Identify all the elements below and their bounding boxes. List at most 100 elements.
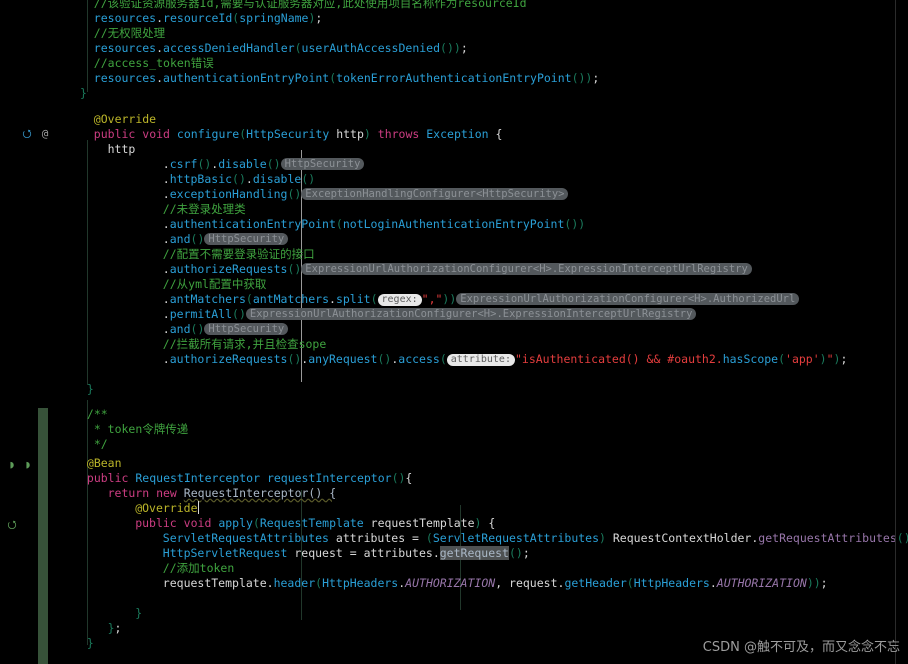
code-token: hasScope [722, 352, 779, 366]
code-token: apply [218, 516, 253, 530]
code-token: . [162, 217, 170, 231]
code-line[interactable]: //无权限处理 [80, 26, 165, 41]
code-line[interactable]: http [80, 142, 136, 157]
implementing-method-icon[interactable]: ⭯ [20, 127, 34, 141]
code-line[interactable]: public void configure(HttpSecurity http)… [80, 127, 503, 142]
code-line[interactable]: //拦截所有请求,并且检查sope [80, 337, 326, 352]
code-token: . [156, 41, 164, 55]
code-line[interactable]: @Bean [80, 456, 122, 471]
code-token: return [107, 486, 150, 500]
code-token: resources [93, 11, 157, 25]
code-line[interactable]: return new RequestInterceptor() { [80, 486, 337, 501]
code-line[interactable]: .authorizeRequests().anyRequest().access… [80, 352, 847, 367]
code-token: ()) [571, 71, 593, 85]
code-line[interactable]: .httpBasic().disable() [80, 172, 315, 187]
code-token: . [156, 11, 164, 25]
code-line[interactable]: .csrf().disable() HttpSecurity [80, 157, 365, 172]
code-token: //无权限处理 [93, 26, 166, 40]
code-line[interactable]: .and() HttpSecurity [80, 322, 289, 337]
code-token: RequestContextHolder [605, 531, 752, 545]
code-line[interactable]: HttpServletRequest request = attributes.… [80, 546, 530, 561]
code-line[interactable]: resources.accessDeniedHandler(userAuthAc… [80, 41, 468, 56]
code-token: http [329, 127, 364, 141]
code-token: . [162, 262, 170, 276]
code-token: //未登录处理类 [162, 202, 246, 216]
code-token: public [93, 127, 136, 141]
code-line[interactable]: requestTemplate.header(HttpHeaders.AUTHO… [80, 576, 828, 591]
code-token: access [398, 352, 440, 366]
code-token: header [273, 576, 316, 590]
code-line[interactable]: .authorizeRequests() ExpressionUrlAuthori… [80, 262, 752, 277]
vcs-change-bar[interactable] [38, 408, 48, 664]
code-line[interactable]: //添加token [80, 561, 234, 576]
code-line[interactable]: public RequestInterceptor requestInterce… [80, 471, 412, 486]
code-token: antMatchers [252, 292, 330, 306]
code-line[interactable]: .authenticationEntryPoint(notLoginAuthen… [80, 217, 585, 232]
code-editor[interactable]: ⭯ @ ◗ ◗ ⭯ //该验证资源服务器Id,需要与认证服务器对应,此处使用项目名称作为… [0, 0, 908, 664]
code-line[interactable]: //配置不需要登录验证的接口 [80, 247, 315, 262]
code-token: . [245, 172, 253, 186]
code-line[interactable]: * token令牌传递 [80, 422, 188, 437]
code-token: //添加token [162, 561, 235, 575]
code-token: . [162, 307, 170, 321]
code-line[interactable]: */ [80, 437, 108, 452]
code-token: userAuthAccessDenied [301, 41, 441, 55]
code-line[interactable]: .antMatchers(antMatchers.split(regex: ","… [80, 292, 800, 307]
code-line[interactable]: } [80, 86, 87, 101]
code-token: void [142, 127, 170, 141]
code-line[interactable]: resources.authenticationEntryPoint(token… [80, 71, 599, 86]
code-token: resources [93, 71, 157, 85]
code-token: //配置不需要登录验证的接口 [162, 247, 315, 261]
code-token: "," [421, 292, 443, 306]
code-token: RequestInterceptor [135, 471, 260, 485]
code-token: springName [239, 11, 309, 25]
code-line[interactable]: @Override [80, 112, 156, 127]
code-token: split [335, 292, 371, 306]
editor-gutter[interactable]: ⭯ @ ◗ ◗ ⭯ [0, 0, 80, 664]
code-line[interactable]: }; [80, 621, 122, 636]
code-token: () [287, 187, 302, 201]
code-line[interactable]: resources.resourceId(springName); [80, 11, 323, 26]
code-token: httpBasic [169, 172, 233, 186]
spring-bean-icon[interactable]: ◗ [5, 458, 19, 472]
code-line[interactable]: //该验证资源服务器Id,需要与认证服务器对应,此处使用项目名称作为resour… [80, 0, 527, 11]
code-token: . [162, 157, 170, 171]
code-line[interactable]: } [80, 606, 142, 621]
code-line[interactable]: .permitAll() ExpressionUrlAuthorizationCo… [80, 307, 697, 322]
code-line[interactable]: public void apply(RequestTemplate reques… [80, 516, 495, 531]
code-token: authenticationEntryPoint [169, 217, 336, 231]
code-token: { [481, 516, 496, 530]
code-token: /** [86, 407, 108, 421]
inlay-hint: ExpressionUrlAuthorizationConfigurer<H>.… [301, 263, 752, 275]
code-line[interactable]: //未登录处理类 [80, 202, 246, 217]
spring-bean-navigate-icon[interactable]: ◗ [21, 458, 35, 472]
code-line[interactable]: /** [80, 407, 108, 422]
code-token: disable [252, 172, 302, 186]
code-line[interactable]: } [80, 382, 94, 397]
code-token: requestInterceptor [266, 471, 392, 485]
overriding-method-icon[interactable]: ⭯ [5, 518, 19, 532]
annotation-gutter-icon[interactable]: @ [38, 127, 52, 141]
code-token: () [266, 157, 281, 171]
code-token: () [197, 157, 212, 171]
editor-code-area[interactable]: //该验证资源服务器Id,需要与认证服务器对应,此处使用项目名称作为resour… [80, 0, 908, 664]
code-line[interactable]: //从yml配置中获取 [80, 277, 267, 292]
code-line[interactable]: } [80, 636, 94, 651]
code-token: () [377, 352, 392, 366]
code-token: { [488, 127, 503, 141]
code-token: ( [294, 41, 302, 55]
code-line[interactable]: ServletRequestAttributes attributes = (S… [80, 531, 908, 546]
code-line[interactable]: .exceptionHandling() ExceptionHandlingCon… [80, 187, 569, 202]
code-token: tokenErrorAuthenticationEntryPoint [336, 71, 572, 85]
code-line[interactable]: @Override [80, 501, 199, 516]
code-token: ) [599, 531, 606, 545]
code-line[interactable]: //access_token错误 [80, 56, 214, 71]
code-token: request = attributes. [287, 546, 440, 560]
inlay-hint: HttpSecurity [280, 158, 365, 170]
code-token: ServletRequestAttributes [432, 531, 600, 545]
code-token: ; [460, 41, 468, 55]
code-token: anyRequest [308, 352, 378, 366]
code-line[interactable]: .and() HttpSecurity [80, 232, 289, 247]
